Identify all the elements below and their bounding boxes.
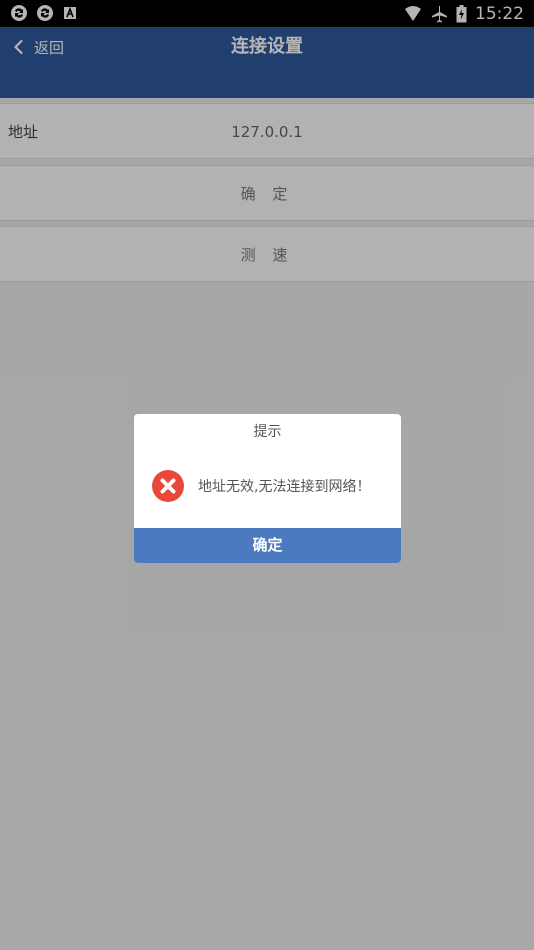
dialog-message-area: 地址无效,无法连接到网络！ bbox=[152, 470, 391, 502]
error-circle-icon bbox=[152, 470, 184, 502]
dialog-confirm-button[interactable]: 确定 bbox=[134, 528, 401, 563]
alert-dialog: 提示 地址无效,无法连接到网络！ 确定 bbox=[134, 414, 401, 563]
dialog-message: 地址无效,无法连接到网络！ bbox=[198, 479, 371, 495]
dialog-title: 提示 bbox=[253, 424, 282, 440]
